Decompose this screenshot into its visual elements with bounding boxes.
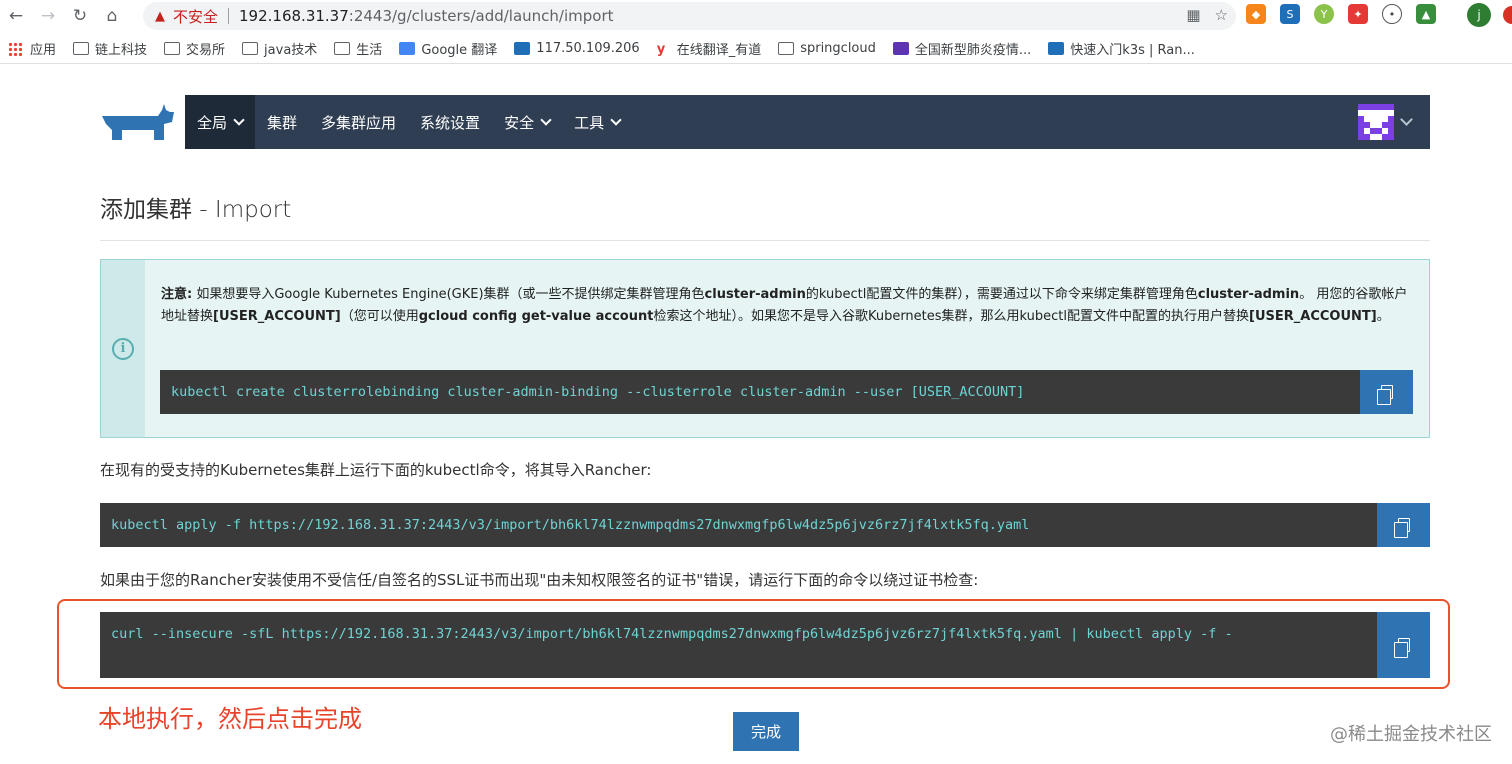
extension-share-icon[interactable]: ✦ bbox=[1348, 4, 1368, 24]
info-banner: i 注意: 如果想要导入Google Kubernetes Engine(GKE… bbox=[100, 259, 1430, 438]
copy-button[interactable] bbox=[1377, 503, 1430, 547]
chevron-down-icon bbox=[610, 114, 622, 126]
bookmark-item[interactable]: Google 翻译 bbox=[399, 39, 497, 58]
page-title: 添加集群 - Import bbox=[100, 197, 292, 223]
insecure-instruction: 如果由于您的Rancher安装使用不受信任/自签名的SSL证书而出现"由未知权限… bbox=[100, 571, 979, 589]
nav-global[interactable]: 全局 bbox=[185, 95, 256, 149]
warning-icon: ▲ bbox=[155, 8, 165, 24]
watermark: @稀土掘金技术社区 bbox=[1330, 724, 1492, 745]
bookmark-item[interactable]: springcloud bbox=[778, 41, 876, 56]
home-icon[interactable]: ⌂ bbox=[96, 0, 128, 32]
extension-s-icon[interactable]: S bbox=[1280, 4, 1300, 24]
translate-icon[interactable]: ▦ bbox=[1186, 6, 1200, 24]
divider bbox=[100, 240, 1430, 241]
gke-command-block: kubectl create clusterrolebinding cluste… bbox=[160, 370, 1413, 414]
chevron-down-icon bbox=[233, 114, 245, 126]
bookmark-item[interactable]: y 在线翻译_有道 bbox=[657, 39, 762, 58]
rancher-logo-icon[interactable] bbox=[100, 102, 176, 142]
bookmark-item[interactable]: 全国新型肺炎疫情... bbox=[892, 39, 1031, 58]
import-command-block: kubectl apply -f https://192.168.31.37:2… bbox=[100, 503, 1430, 547]
url-host: 192.168.31.37 bbox=[239, 7, 349, 25]
address-separator bbox=[228, 8, 230, 24]
annotation-text: 本地执行，然后点击完成 bbox=[98, 705, 362, 733]
bookmark-item[interactable]: 链上科技 bbox=[73, 39, 147, 58]
chevron-down-icon bbox=[540, 114, 552, 126]
bookmark-item[interactable]: 生活 bbox=[334, 39, 382, 58]
folder-icon bbox=[778, 42, 795, 55]
forward-arrow-icon[interactable]: → bbox=[32, 0, 64, 32]
update-badge-icon[interactable] bbox=[1503, 6, 1512, 24]
youdao-icon: y bbox=[656, 42, 666, 57]
bookmark-item[interactable]: 应用 bbox=[8, 39, 56, 58]
bookmark-item[interactable]: java技术 bbox=[242, 39, 317, 58]
nav-security[interactable]: 安全 bbox=[492, 95, 562, 149]
url-path: :2443/g/clusters/add/launch/import bbox=[348, 7, 614, 25]
insecure-label: 不安全 bbox=[173, 7, 219, 26]
rancher-icon bbox=[1048, 42, 1065, 55]
import-command-text[interactable]: kubectl apply -f https://192.168.31.37:2… bbox=[111, 514, 1361, 536]
bookmark-item[interactable]: 交易所 bbox=[164, 39, 225, 58]
bookmark-item[interactable]: 快速入门k3s | Ran... bbox=[1048, 39, 1195, 58]
address-bar[interactable]: ▲ 不安全 192.168.31.37:2443/g/clusters/add/… bbox=[143, 2, 1236, 30]
extension-y-icon[interactable]: Y bbox=[1314, 4, 1334, 24]
top-navigation: 全局 集群 多集群应用 系统设置 安全 工具 bbox=[185, 95, 1430, 149]
folder-icon bbox=[164, 42, 181, 55]
folder-icon bbox=[242, 42, 259, 55]
profile-avatar[interactable]: j bbox=[1467, 3, 1491, 27]
nav-settings[interactable]: 系统设置 bbox=[408, 95, 492, 149]
copy-icon bbox=[1376, 385, 1393, 405]
nav-multi-cluster-apps[interactable]: 多集群应用 bbox=[309, 95, 408, 149]
extensions: ◆ S Y ✦ • ▲ bbox=[1246, 4, 1436, 24]
user-avatar[interactable] bbox=[1358, 104, 1394, 140]
banner-text: 注意: 如果想要导入Google Kubernetes Engine(GKE)集… bbox=[161, 287, 1408, 324]
highlight-box bbox=[57, 599, 1450, 689]
browser-toolbar: ← → ↻ ⌂ ▲ 不安全 192.168.31.37:2443/g/clust… bbox=[0, 0, 1512, 32]
reload-icon[interactable]: ↻ bbox=[64, 0, 96, 32]
extension-leaf-icon[interactable]: ▲ bbox=[1416, 4, 1436, 24]
done-button[interactable]: 完成 bbox=[733, 712, 799, 751]
rancher-icon bbox=[514, 42, 531, 55]
gke-command-text[interactable]: kubectl create clusterrolebinding cluste… bbox=[171, 381, 1024, 403]
folder-icon bbox=[334, 42, 351, 55]
metamask-icon[interactable]: ◆ bbox=[1246, 4, 1266, 24]
folder-icon bbox=[73, 42, 90, 55]
copy-icon bbox=[1393, 518, 1410, 538]
nav-clusters[interactable]: 集群 bbox=[255, 95, 309, 149]
copy-button[interactable] bbox=[1360, 370, 1413, 414]
site-icon bbox=[892, 42, 909, 55]
bookmarks-bar: 应用 链上科技 交易所 java技术 生活 Google 翻译 117.50.1… bbox=[0, 34, 1512, 64]
bookmark-item[interactable]: 117.50.109.206 bbox=[514, 41, 640, 56]
extension-circle-icon[interactable]: • bbox=[1382, 4, 1402, 24]
bookmark-star-icon[interactable]: ☆ bbox=[1215, 6, 1228, 24]
back-arrow-icon[interactable]: ← bbox=[0, 0, 32, 32]
apps-icon bbox=[8, 41, 22, 56]
import-instruction: 在现有的受支持的Kubernetes集群上运行下面的kubectl命令，将其导入… bbox=[100, 461, 652, 479]
nav-tools[interactable]: 工具 bbox=[562, 95, 632, 149]
info-icon: i bbox=[112, 337, 134, 360]
banner-icon-column: i bbox=[101, 260, 145, 437]
google-translate-icon bbox=[399, 42, 416, 55]
